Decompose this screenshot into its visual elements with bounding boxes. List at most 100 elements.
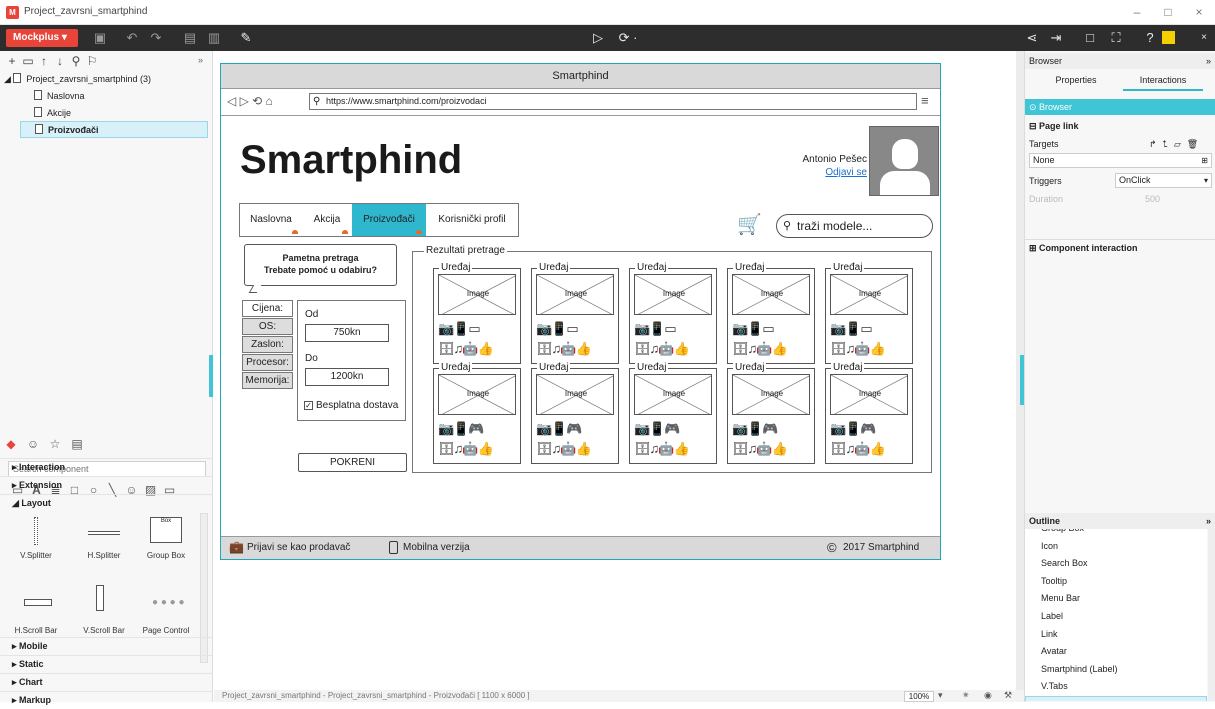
layout-hsplitter[interactable]: H.Splitter <box>76 551 132 560</box>
search-icon[interactable]: ⚲ <box>68 54 84 68</box>
close-panel-icon[interactable]: × <box>1194 29 1214 47</box>
tree-page-naslovna[interactable]: Naslovna <box>20 88 208 105</box>
category-chart[interactable]: ▸ Chart <box>0 673 213 690</box>
outline-item[interactable]: Tooltip <box>1025 573 1207 590</box>
outline-item[interactable]: Browser <box>1025 696 1207 701</box>
tab-interactions[interactable]: Interactions <box>1123 75 1203 91</box>
device-card[interactable]: Uređaj Image 📷📱🎮 🗄♫🤖👍 <box>727 362 815 464</box>
minimize-button[interactable]: – <box>1123 3 1151 21</box>
export-icon[interactable]: ⇥ <box>1046 29 1066 47</box>
category-interaction[interactable]: ▸ Interaction <box>0 458 213 475</box>
layout-vsplitter[interactable]: V.Splitter <box>8 551 64 560</box>
layout-groupbox[interactable]: Group Box <box>138 551 194 560</box>
target-action-icons[interactable]: ↱⮤▱🗑 <box>1149 136 1204 152</box>
price-from-input[interactable]: 750kn <box>305 324 389 342</box>
device-card[interactable]: Uređaj Image 📷📱🎮 🗄♫🤖👍 <box>825 362 913 464</box>
outline-item[interactable]: Avatar <box>1025 643 1207 660</box>
format-brush-icon[interactable]: ✎ <box>236 29 256 47</box>
outline-item[interactable]: Menu Bar <box>1025 590 1207 607</box>
outline-scrollbar[interactable] <box>1208 529 1215 701</box>
redo-icon[interactable]: ↷ <box>146 29 166 47</box>
tree-page-akcije[interactable]: Akcije <box>20 105 208 122</box>
search-input[interactable]: ⚲ traži modele... <box>776 214 933 238</box>
outline-item[interactable]: V.Tabs <box>1025 678 1207 695</box>
hsplitter-icon[interactable] <box>88 531 120 535</box>
layout-vscrollbar[interactable]: V.Scroll Bar <box>76 626 132 635</box>
device-card[interactable]: Uređaj Image 📷📱▭ 🗄♫🤖👍 <box>629 262 717 364</box>
icons-icon[interactable]: ☺ <box>22 437 44 451</box>
targets-select[interactable]: None ⊞ <box>1029 153 1212 168</box>
outline-item[interactable]: Search Box <box>1025 555 1207 572</box>
browser-nav-icons[interactable]: ◁ ▷ ⟲ ⌂ <box>227 94 273 108</box>
outline-item[interactable]: Link <box>1025 626 1207 643</box>
page-control-icon[interactable]: ● ● ● ● <box>152 597 185 608</box>
outline-collapse-icon[interactable]: » <box>1206 513 1211 529</box>
tab-proizvodaci[interactable]: Proizvođači <box>352 204 426 236</box>
close-button[interactable]: × <box>1185 3 1213 21</box>
tab-akcija[interactable]: Akcija <box>302 204 352 236</box>
device-card[interactable]: Uređaj Image 📷📱🎮 🗄♫🤖👍 <box>531 362 619 464</box>
wrench-icon[interactable]: ⚒ <box>1004 690 1012 701</box>
tree-root[interactable]: ◢ Project_zavrsni_smartphind (3) <box>4 71 204 88</box>
outline-item[interactable]: Group Box <box>1025 529 1207 537</box>
move-down-icon[interactable]: ↓ <box>52 54 68 68</box>
run-search-button[interactable]: POKRENI <box>298 453 407 472</box>
undo-icon[interactable]: ↶ <box>122 29 142 47</box>
distribute-icon[interactable]: ▥ <box>204 29 224 47</box>
inspector-collapse-icon[interactable]: » <box>1206 53 1211 69</box>
share-icon[interactable]: ⋖ <box>1022 29 1042 47</box>
cart-icon[interactable]: 🛒 <box>737 214 762 236</box>
filter-tab-screen[interactable]: Zaslon: <box>242 336 293 353</box>
layout-hscrollbar[interactable]: H.Scroll Bar <box>8 626 64 635</box>
align-icon[interactable]: ▤ <box>180 29 200 47</box>
zoom-select[interactable]: 100% <box>904 691 934 702</box>
left-splitter-handle[interactable] <box>209 355 213 397</box>
category-markup[interactable]: ▸ Markup <box>0 691 213 708</box>
zoom-dropdown-icon[interactable]: ▾ <box>938 690 943 701</box>
collapse-icon[interactable]: » <box>198 55 203 65</box>
save-icon[interactable]: ▣ <box>90 29 110 47</box>
favorites-icon[interactable]: ☆ <box>44 437 66 451</box>
device-card[interactable]: Uređaj Image 📷📱▭ 🗄♫🤖👍 <box>825 262 913 364</box>
flag-icon[interactable]: ⚐ <box>84 54 100 68</box>
seller-login-link[interactable]: Prijavi se kao prodavač <box>247 542 350 553</box>
logout-link[interactable]: Odjavi se <box>801 167 867 178</box>
category-extension[interactable]: ▸ Extension <box>0 476 213 493</box>
selected-component[interactable]: ⊙ Browser <box>1025 99 1215 115</box>
tab-korisnicki-profil[interactable]: Korisnički profil <box>426 204 518 236</box>
device-card[interactable]: Uređaj Image 📷📱▭ 🗄♫🤖👍 <box>531 262 619 364</box>
category-static[interactable]: ▸ Static <box>0 655 213 672</box>
tab-properties[interactable]: Properties <box>1041 75 1111 85</box>
vsplitter-icon[interactable] <box>34 517 38 545</box>
add-icon[interactable]: + <box>4 54 20 68</box>
groupbox-icon[interactable]: Box <box>150 517 182 543</box>
eye-icon[interactable]: ◉ <box>984 690 992 701</box>
free-shipping-checkbox[interactable]: ✓ Besplatna dostava <box>304 400 398 411</box>
mockplus-menu-button[interactable]: Mockplus ▾ <box>6 29 78 47</box>
mobile-version-link[interactable]: Mobilna verzija <box>403 542 470 553</box>
filter-tab-processor[interactable]: Procesor: <box>242 354 293 371</box>
folder-icon[interactable]: ▭ <box>20 54 36 68</box>
layout-pagecontrol[interactable]: Page Control <box>138 626 194 635</box>
library-icon[interactable]: ▤ <box>66 437 88 451</box>
fullscreen-icon[interactable]: ⛶ <box>1106 29 1126 47</box>
page-link-section[interactable]: ⊟ Page link <box>1025 118 1215 134</box>
outline-item[interactable]: Smartphind (Label) <box>1025 661 1207 678</box>
preview-icon[interactable]: □ <box>1080 29 1100 47</box>
move-up-icon[interactable]: ↑ <box>36 54 52 68</box>
run-icon[interactable]: ▷ <box>588 29 608 47</box>
outline-item[interactable]: Label <box>1025 608 1207 625</box>
device-card[interactable]: Uređaj Image 📷📱▭ 🗄♫🤖👍 <box>727 262 815 364</box>
vscrollbar-icon[interactable] <box>96 585 104 611</box>
color-swatch-icon[interactable] <box>1162 31 1175 44</box>
filter-tab-memory[interactable]: Memorija: <box>242 372 293 389</box>
filter-tab-os[interactable]: OS: <box>242 318 293 335</box>
browser-menu-icon[interactable]: ≡ <box>921 93 929 108</box>
device-card[interactable]: Uređaj Image 📷📱🎮 🗄♫🤖👍 <box>433 362 521 464</box>
category-layout[interactable]: ◢ Layout <box>0 494 213 511</box>
tab-naslovna[interactable]: Naslovna <box>240 204 302 236</box>
device-card[interactable]: Uređaj Image 📷📱▭ 🗄♫🤖👍 <box>433 262 521 364</box>
device-card[interactable]: Uređaj Image 📷📱🎮 🗄♫🤖👍 <box>629 362 717 464</box>
browser-mockup[interactable]: Smartphind ◁ ▷ ⟲ ⌂ ⚲ https://www.smartphi… <box>220 63 941 560</box>
category-mobile[interactable]: ▸ Mobile <box>0 637 213 654</box>
